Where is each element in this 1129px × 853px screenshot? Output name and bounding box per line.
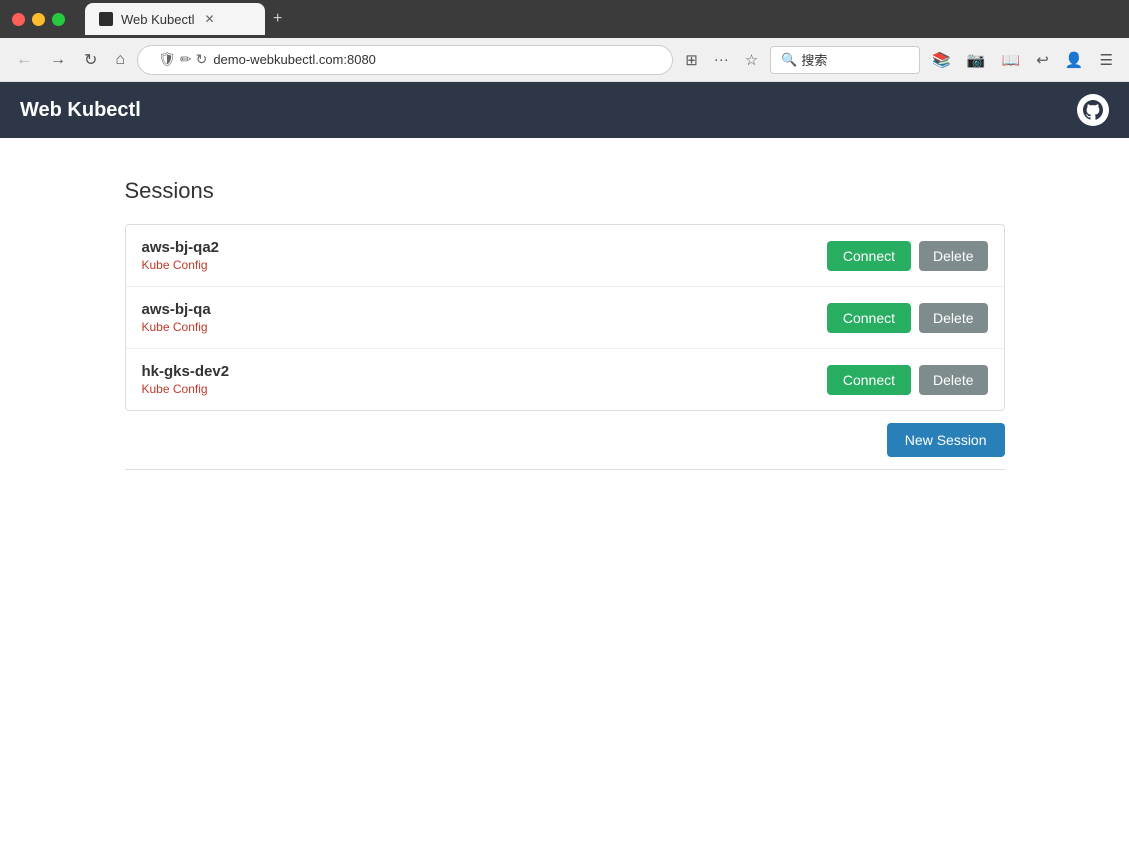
- session-type: Kube Config: [142, 320, 827, 334]
- browser-chrome: Web Kubectl ✕ + ← → ↻ ⌂ 🛡 ✏ ↻ demo-webku…: [0, 0, 1129, 82]
- tab-title: Web Kubectl: [121, 12, 194, 27]
- forward-button[interactable]: →: [44, 47, 72, 73]
- divider-bottom: [125, 469, 1005, 470]
- table-row: aws-bj-qa Kube Config Connect Delete: [126, 287, 1004, 349]
- session-info: hk-gks-dev2 Kube Config: [142, 363, 827, 396]
- session-name: aws-bj-qa2: [142, 239, 827, 256]
- url-text: demo-webkubectl.com:8080: [213, 52, 658, 67]
- delete-button[interactable]: Delete: [919, 365, 987, 395]
- sessions-container: Sessions aws-bj-qa2 Kube Config Connect …: [125, 178, 1005, 469]
- url-bar[interactable]: 🛡 ✏ ↻ demo-webkubectl.com:8080: [137, 45, 673, 75]
- session-type: Kube Config: [142, 382, 827, 396]
- library-button[interactable]: 📚: [926, 47, 957, 73]
- qr-button[interactable]: ⊞: [679, 47, 704, 73]
- home-button[interactable]: ⌂: [109, 47, 131, 73]
- session-actions: Connect Delete: [827, 365, 988, 395]
- reader-button[interactable]: 📖: [996, 47, 1027, 73]
- table-row: aws-bj-qa2 Kube Config Connect Delete: [126, 225, 1004, 287]
- shield-icon: 🛡: [158, 51, 176, 68]
- edit-icon: ✏: [180, 51, 192, 68]
- sessions-table: aws-bj-qa2 Kube Config Connect Delete aw…: [125, 224, 1005, 411]
- bookmark-button[interactable]: ☆: [739, 47, 764, 73]
- main-content: Sessions aws-bj-qa2 Kube Config Connect …: [0, 138, 1129, 853]
- window-minimize-button[interactable]: [32, 13, 45, 26]
- search-bar[interactable]: 🔍 搜索: [770, 46, 920, 74]
- connect-button[interactable]: Connect: [827, 303, 911, 333]
- connect-button[interactable]: Connect: [827, 241, 911, 271]
- app-header: Web Kubectl: [0, 82, 1129, 138]
- search-icon: 🔍: [781, 52, 797, 68]
- window-close-button[interactable]: [12, 13, 25, 26]
- browser-titlebar: Web Kubectl ✕ +: [0, 0, 1129, 38]
- refresh-small-icon: ↻: [196, 51, 208, 68]
- session-actions: Connect Delete: [827, 241, 988, 271]
- account-button[interactable]: 👤: [1059, 47, 1090, 73]
- session-info: aws-bj-qa2 Kube Config: [142, 239, 827, 272]
- session-info: aws-bj-qa Kube Config: [142, 301, 827, 334]
- tab-bar: Web Kubectl ✕ +: [77, 3, 1117, 35]
- session-name: hk-gks-dev2: [142, 363, 827, 380]
- delete-button[interactable]: Delete: [919, 241, 987, 271]
- nav-bar: ← → ↻ ⌂ 🛡 ✏ ↻ demo-webkubectl.com:8080 ⊞…: [0, 38, 1129, 82]
- new-session-button[interactable]: New Session: [887, 423, 1005, 457]
- new-tab-button[interactable]: +: [265, 10, 290, 28]
- new-session-row: New Session: [125, 411, 1005, 469]
- back-arrow-button[interactable]: ↩: [1030, 47, 1055, 73]
- menu-button[interactable]: ☰: [1094, 47, 1119, 73]
- github-icon[interactable]: [1077, 94, 1109, 126]
- session-name: aws-bj-qa: [142, 301, 827, 318]
- session-actions: Connect Delete: [827, 303, 988, 333]
- table-row: hk-gks-dev2 Kube Config Connect Delete: [126, 349, 1004, 410]
- session-type: Kube Config: [142, 258, 827, 272]
- delete-button[interactable]: Delete: [919, 303, 987, 333]
- refresh-button[interactable]: ↻: [78, 46, 103, 74]
- nav-tools: ⊞ ··· ☆: [679, 47, 764, 73]
- search-placeholder: 搜索: [801, 50, 827, 69]
- security-icons: 🛡 ✏ ↻: [152, 51, 213, 68]
- tab-active[interactable]: Web Kubectl ✕: [85, 3, 265, 35]
- app-title: Web Kubectl: [20, 99, 141, 122]
- window-controls: [12, 13, 65, 26]
- connect-button[interactable]: Connect: [827, 365, 911, 395]
- window-maximize-button[interactable]: [52, 13, 65, 26]
- back-button[interactable]: ←: [10, 47, 38, 73]
- tab-close-button[interactable]: ✕: [202, 12, 216, 26]
- screenshot-button[interactable]: 📷: [961, 47, 992, 73]
- more-button[interactable]: ···: [708, 47, 735, 72]
- nav-tools-right: 📚 📷 📖 ↩ 👤 ☰: [926, 47, 1119, 73]
- tab-favicon: [99, 12, 113, 26]
- sessions-heading: Sessions: [125, 178, 1005, 204]
